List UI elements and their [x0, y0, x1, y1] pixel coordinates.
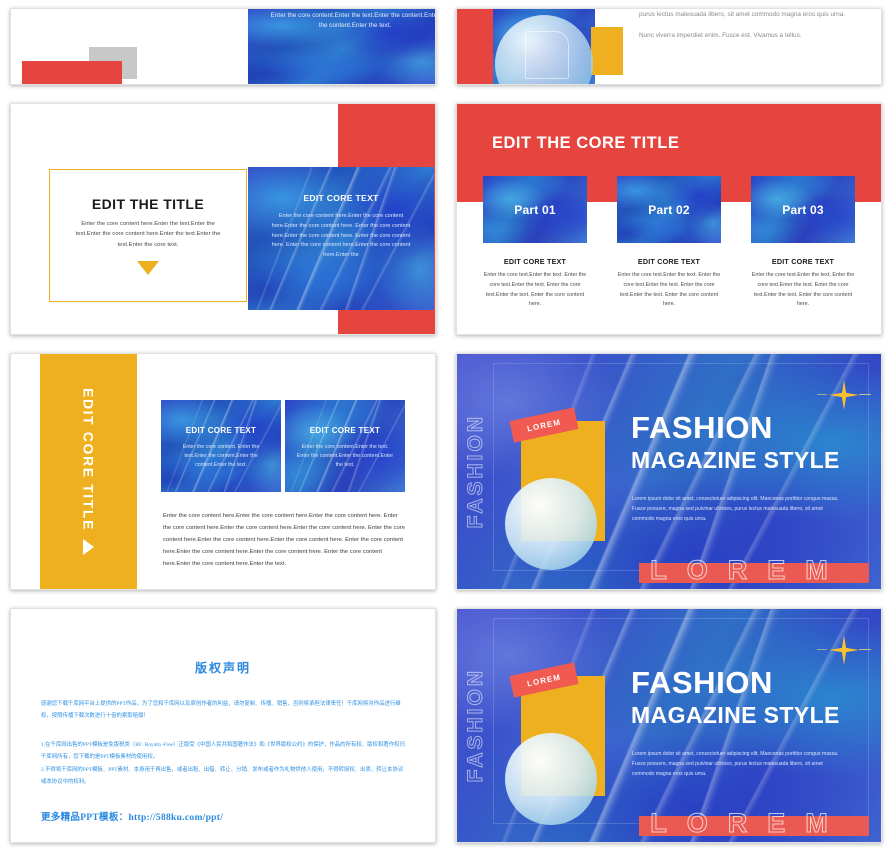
slide3-subtitle: Enter the core content here.Enter the te…: [75, 221, 221, 248]
hero-footer-lorem: LOREM: [597, 551, 881, 589]
hero-footer-word: LOREM: [650, 807, 848, 838]
yellow-rectangle-shape: [591, 27, 623, 75]
part-heading: EDIT CORE TEXT: [637, 257, 701, 266]
slide-cell-2[interactable]: purus lectus malesuada libero, sit amet …: [446, 0, 892, 95]
part-label: Part 02: [648, 202, 690, 217]
hero-title-line1: FASHION: [631, 665, 773, 700]
hero-footer-lorem: LOREM: [597, 804, 881, 842]
hero-body-text: Lorem ipsum dolor sit amet, consectetuer…: [632, 751, 839, 778]
slide-3[interactable]: EDIT THE TITLE Enter the core content he…: [10, 103, 436, 335]
star-line-decoration: [817, 394, 827, 395]
slide1-overlay-text: Enter the core content.Enter the text.En…: [270, 12, 436, 30]
hero-title-line1: FASHION: [631, 410, 773, 445]
part-body: Enter the core text.Enter the text. Ente…: [751, 272, 855, 308]
hero-body-text: Lorem ipsum dolor sit amet, consectetuer…: [632, 496, 839, 523]
copyright-heading: 版权声明: [194, 661, 251, 675]
hero-title-line2: MAGAZINE STYLE: [631, 446, 840, 473]
card-heading: EDIT CORE TEXT: [309, 426, 381, 435]
outline-decoration-icon: [525, 31, 569, 79]
slide5-vertical-title: EDIT CORE TITLE: [80, 388, 97, 531]
card-body: Enter the core content. Enter the text.E…: [182, 444, 260, 469]
slide-1[interactable]: Enter the core content.Enter the text.En…: [10, 8, 436, 85]
core-text-cards: EDIT CORE TEXT Enter the core content. E…: [161, 400, 405, 492]
card-heading: EDIT CORE TEXT: [185, 426, 257, 435]
slide-cell-1[interactable]: Enter the core content.Enter the text.En…: [0, 0, 446, 95]
part-card[interactable]: Part 02 EDIT CORE TEXT Enter the core te…: [617, 176, 721, 310]
slide3-card-title: EDIT CORE TEXT: [303, 193, 379, 203]
slide-cell-8[interactable]: FASHION LOREM FASHION MAGAZINE STYLE Lor…: [446, 600, 892, 853]
slide2-paragraph-2: Nunc viverra imperdiet enim. Fusce est. …: [639, 32, 802, 40]
hero-title-line2: MAGAZINE STYLE: [631, 701, 840, 728]
red-rectangle-shape: [22, 61, 122, 84]
part-body: Enter the core text.Enter the text. Ente…: [617, 272, 721, 308]
part-heading: EDIT CORE TEXT: [771, 257, 835, 266]
yellow-outlined-title-frame: EDIT THE TITLE Enter the core content he…: [49, 169, 247, 302]
core-text-card[interactable]: EDIT CORE TEXT Enter the core content.En…: [285, 400, 405, 492]
part-card[interactable]: Part 03 EDIT CORE TEXT Enter the core te…: [751, 176, 855, 310]
slide-7[interactable]: 版权声明 感谢您下载千库网平台上提供的PPT作品，为了您和千库网以及原创作者的利…: [10, 608, 436, 843]
slide-4[interactable]: EDIT THE CORE TITLE Part 01 EDIT CORE TE…: [456, 103, 882, 335]
part-thumbnail: Part 01: [483, 176, 587, 243]
vertical-fashion-label: FASHION: [459, 613, 493, 838]
part-heading: EDIT CORE TEXT: [503, 257, 567, 266]
copyright-paragraph-2: 1.在千库网出售的PPT模板是免版税类（RF: Royalty-Free）正版受…: [41, 741, 405, 761]
slide3-title: EDIT THE TITLE: [91, 196, 205, 212]
part-card[interactable]: Part 01 EDIT CORE TEXT Enter the core te…: [483, 176, 587, 310]
lorem-tag-text: LOREM: [526, 417, 562, 433]
vertical-fashion-text: FASHION: [464, 668, 488, 783]
part-thumbnail: Part 03: [751, 176, 855, 243]
slide2-body: purus lectus malesuada libero, sit amet …: [639, 9, 881, 43]
card-body: Enter the core content.Enter the text. E…: [296, 444, 394, 469]
more-templates-url[interactable]: http://588ku.com/ppt/: [128, 813, 223, 823]
part-label: Part 03: [782, 202, 824, 217]
slide-2[interactable]: purus lectus malesuada libero, sit amet …: [456, 8, 882, 85]
star-line-decoration: [817, 649, 827, 650]
slide-thumbnail-grid: Enter the core content.Enter the text.En…: [0, 0, 892, 853]
hero-title-group: FASHION MAGAZINE STYLE: [631, 410, 881, 474]
slide4-title: EDIT THE CORE TITLE: [492, 134, 680, 152]
parts-row: Part 01 EDIT CORE TEXT Enter the core te…: [457, 176, 881, 310]
more-templates-label: 更多精品PPT模板：: [41, 812, 129, 823]
part-label: Part 01: [514, 202, 556, 217]
vertical-fashion-text: FASHION: [464, 414, 488, 529]
circle-photo: [505, 733, 597, 825]
copyright-paragraph-3: 2.不得将千库网的PPT模板、PPT素材、本身用于再出售，或者出租、出借、转让、…: [41, 766, 404, 786]
slide-cell-4[interactable]: EDIT THE CORE TITLE Part 01 EDIT CORE TE…: [446, 95, 892, 345]
slide-cell-6[interactable]: FASHION LOREM FASHION MAGAZINE STYLE Lor…: [446, 345, 892, 600]
slide5-body-text: Enter the core content here.Enter the co…: [163, 513, 405, 568]
slide-cell-5[interactable]: EDIT CORE TITLE EDIT CORE TEXT Enter the…: [0, 345, 446, 600]
more-templates-line[interactable]: 更多精品PPT模板：http://588ku.com/ppt/: [41, 809, 405, 823]
copyright-paragraph-1: 感谢您下载千库网平台上提供的PPT作品，为了您和千库网以及原创作者的利益，请勿复…: [41, 701, 401, 720]
copyright-page: 版权声明 感谢您下载千库网平台上提供的PPT作品，为了您和千库网以及原创作者的利…: [11, 609, 435, 842]
hero-title-group: FASHION MAGAZINE STYLE: [631, 665, 881, 729]
part-thumbnail: Part 02: [617, 176, 721, 243]
hero-footer-word: LOREM: [650, 554, 848, 585]
slide-6[interactable]: FASHION LOREM FASHION MAGAZINE STYLE Lor…: [456, 353, 882, 590]
blue-texture-card: EDIT CORE TEXT Enter the core content he…: [248, 167, 434, 310]
vertical-fashion-label: FASHION: [459, 358, 493, 585]
slide-8[interactable]: FASHION LOREM FASHION MAGAZINE STYLE Lor…: [456, 608, 882, 843]
triangle-down-icon: [137, 260, 159, 275]
slide2-paragraph-1: purus lectus malesuada libero, sit amet …: [639, 11, 846, 18]
circle-photo: [505, 478, 597, 570]
triangle-right-icon: [83, 539, 94, 555]
vertical-title-group: EDIT CORE TITLE: [40, 354, 137, 589]
star-line-decoration: [859, 649, 871, 650]
red-side-bar: [457, 9, 493, 84]
slide-5[interactable]: EDIT CORE TITLE EDIT CORE TEXT Enter the…: [10, 353, 436, 590]
lorem-tag-text: LOREM: [526, 672, 562, 688]
slide-cell-7[interactable]: 版权声明 感谢您下载千库网平台上提供的PPT作品，为了您和千库网以及原创作者的利…: [0, 600, 446, 853]
slide-cell-3[interactable]: EDIT THE TITLE Enter the core content he…: [0, 95, 446, 345]
slide3-card-body: Enter the core content here.Enter the co…: [271, 213, 411, 259]
core-text-card[interactable]: EDIT CORE TEXT Enter the core content. E…: [161, 400, 281, 492]
star-line-decoration: [859, 394, 871, 395]
part-body: Enter the core text.Enter the text. Ente…: [483, 272, 587, 308]
